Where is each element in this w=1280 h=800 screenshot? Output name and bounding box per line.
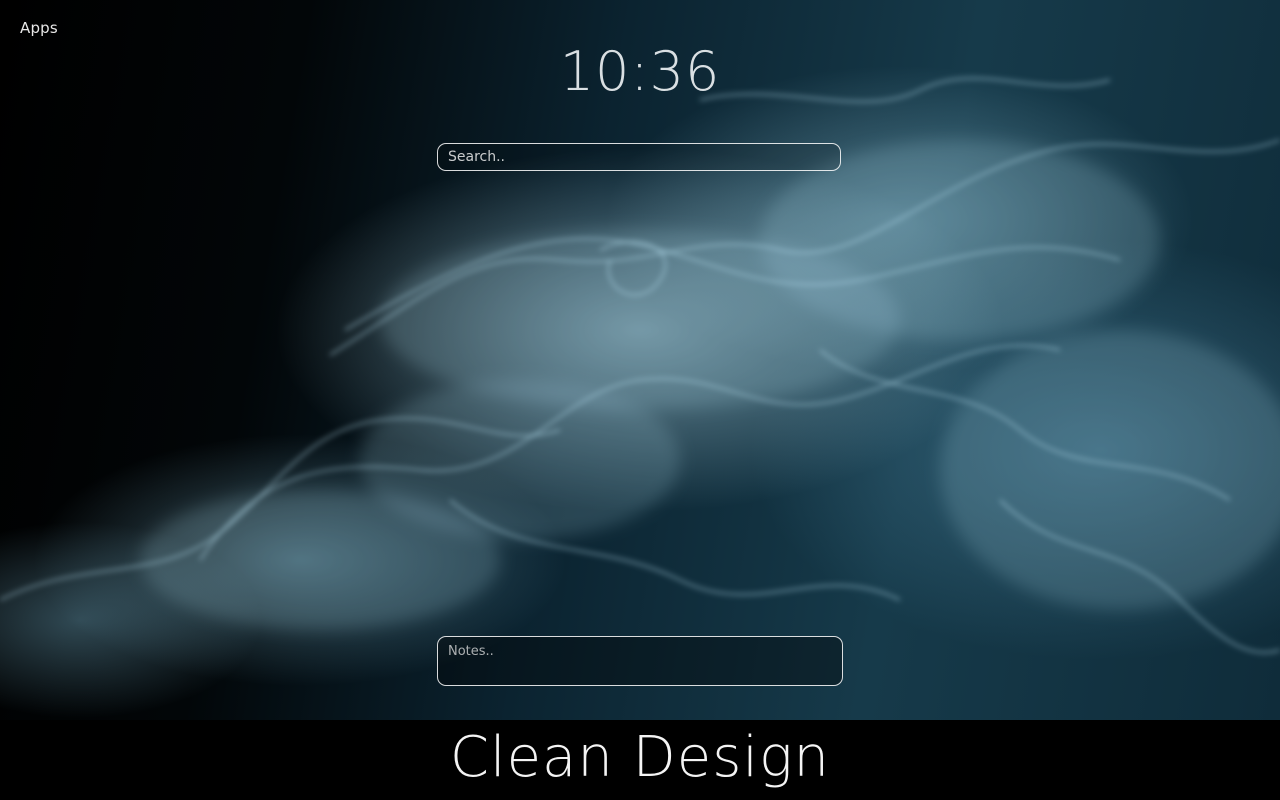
smoke-wallpaper-swirls — [0, 77, 1280, 654]
search-input[interactable] — [438, 144, 840, 170]
notes-box[interactable] — [437, 636, 843, 686]
search-box[interactable] — [437, 143, 841, 171]
clock-time: 10:36 — [559, 40, 721, 103]
notes-input[interactable] — [438, 637, 842, 685]
new-tab-page: Apps 10:36 Clean Design — [0, 0, 1280, 800]
smoke-wallpaper — [0, 0, 1280, 720]
promo-caption: Clean Design — [449, 725, 831, 790]
apps-link[interactable]: Apps — [20, 19, 58, 37]
